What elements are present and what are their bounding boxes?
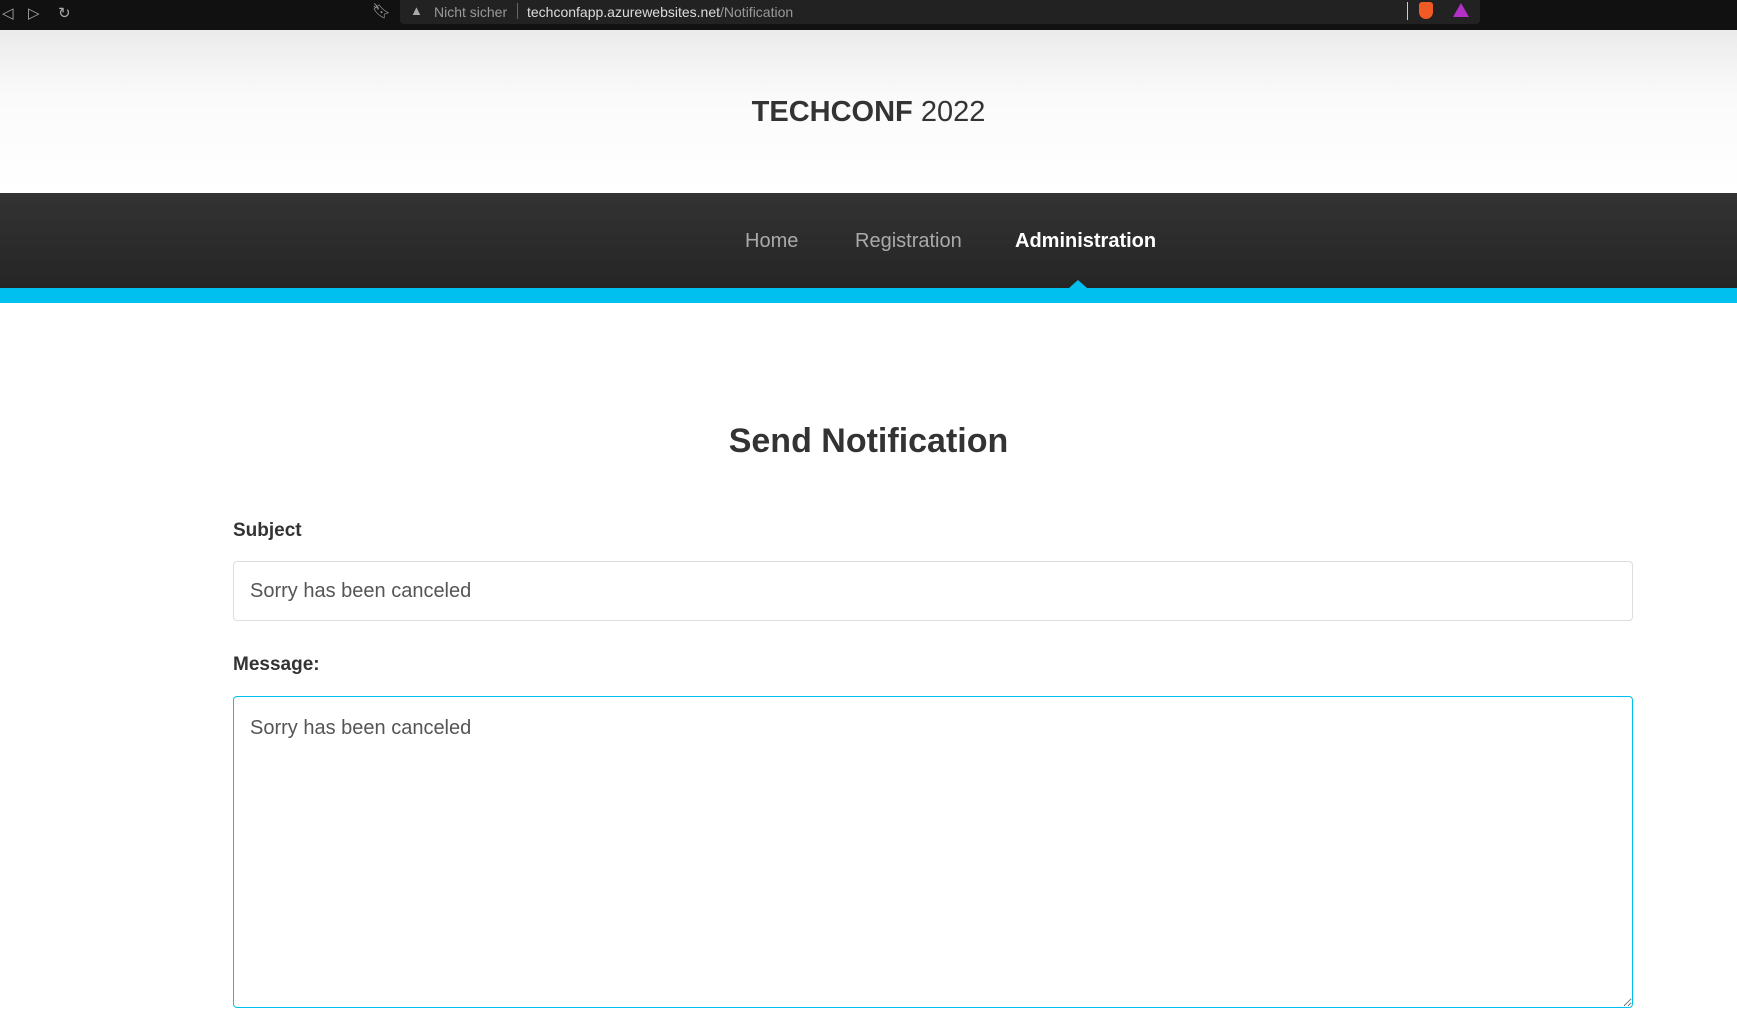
brave-rewards-icon[interactable] xyxy=(1453,3,1469,17)
back-icon[interactable]: ◁ xyxy=(2,4,14,22)
brave-shield-icon[interactable] xyxy=(1419,2,1433,19)
url-path: /Notification xyxy=(720,4,794,20)
message-textarea[interactable]: Sorry has been canceled xyxy=(233,696,1633,1008)
reload-icon[interactable]: ↻ xyxy=(58,4,71,22)
subject-input[interactable] xyxy=(233,561,1633,621)
accent-stripe xyxy=(0,288,1737,303)
security-label[interactable]: Nicht sicher xyxy=(434,4,507,20)
bookmark-icon[interactable]: 🔖︎ xyxy=(372,2,391,20)
divider xyxy=(517,3,518,19)
page-title: Send Notification xyxy=(728,422,1009,460)
main-nav: Home Registration Administration xyxy=(0,193,1737,288)
nav-registration[interactable]: Registration xyxy=(855,230,962,253)
url-text[interactable]: techconfapp.azurewebsites.net/Notificati… xyxy=(527,4,793,20)
site-header: TECHCONF 2022 xyxy=(0,30,1737,193)
browser-toolbar: ◁ ▷ ↻ 🔖︎ ▲ Nicht sicher techconfapp.azur… xyxy=(0,0,1737,30)
divider xyxy=(1407,2,1408,20)
message-label: Message: xyxy=(233,654,320,675)
nav-administration[interactable]: Administration xyxy=(1015,230,1156,253)
subject-label: Subject xyxy=(233,520,302,541)
title-year: 2022 xyxy=(920,96,986,128)
forward-icon[interactable]: ▷ xyxy=(28,4,40,22)
url-host: techconfapp.azurewebsites.net xyxy=(527,4,721,20)
title-brand: TECHCONF xyxy=(751,96,913,128)
active-nav-caret xyxy=(1069,280,1087,288)
site-title[interactable]: TECHCONF 2022 xyxy=(0,96,1737,129)
nav-home[interactable]: Home xyxy=(745,230,798,253)
warning-icon[interactable]: ▲ xyxy=(410,3,423,18)
